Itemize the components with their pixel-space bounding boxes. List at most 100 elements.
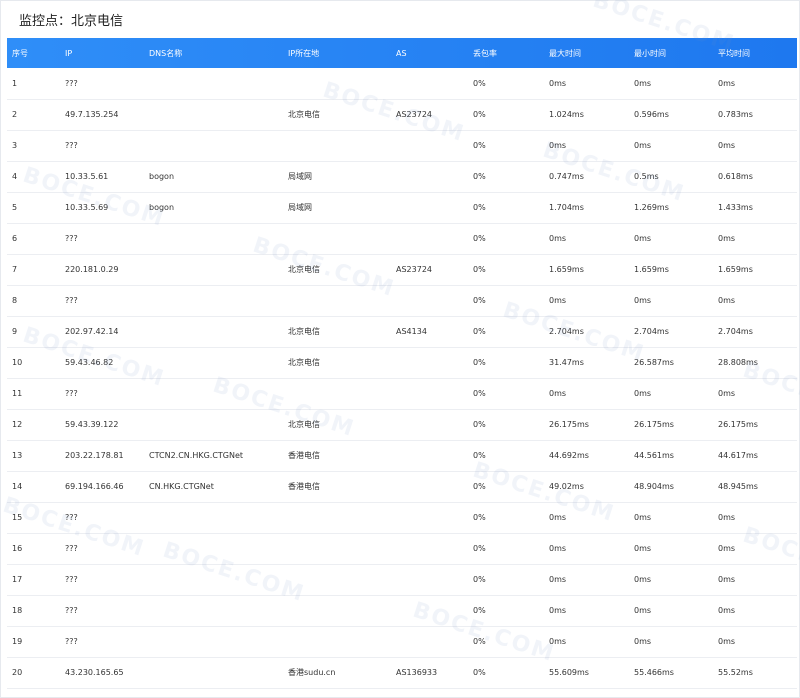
column-header-seq: 序号 xyxy=(12,48,28,58)
cell-as xyxy=(391,471,468,502)
cell-seq: 6 xyxy=(12,234,18,243)
cell-as xyxy=(391,68,468,99)
cell-seq: 7 xyxy=(12,265,18,274)
table-row: 6??? 0% 0ms 0ms 0ms xyxy=(7,223,797,254)
cell-loss: 0% xyxy=(473,78,486,88)
cell-location xyxy=(283,502,391,533)
column-header-avg: 平均时间 xyxy=(718,48,750,58)
cell-ip: ??? xyxy=(65,234,78,243)
cell-min: 0ms xyxy=(634,78,652,88)
cell-avg: 1.659ms xyxy=(718,265,753,274)
cell-loss: 0% xyxy=(473,296,486,305)
table-row: 16??? 0% 0ms 0ms 0ms xyxy=(7,533,797,564)
cell-as xyxy=(391,564,468,595)
cell-max: 1.704ms xyxy=(549,203,584,212)
cell-min: 2.704ms xyxy=(634,327,669,336)
cell-max: 44.692ms xyxy=(549,451,589,460)
cell-avg: 0ms xyxy=(718,234,736,243)
cell-avg: 0ms xyxy=(718,637,736,646)
cell-seq: 14 xyxy=(12,482,23,491)
cell-location: 北京电信 xyxy=(288,327,320,336)
cell-as xyxy=(391,285,468,316)
cell-max: 0ms xyxy=(549,575,567,584)
cell-dns xyxy=(144,502,283,533)
cell-loss: 0% xyxy=(473,203,486,212)
cell-location: 香港电信 xyxy=(288,482,320,491)
cell-min: 48.904ms xyxy=(634,482,674,491)
cell-max: 1.659ms xyxy=(549,265,584,274)
cell-ip: ??? xyxy=(65,141,78,150)
cell-seq: 4 xyxy=(12,172,18,181)
column-header-as: AS xyxy=(396,48,407,58)
cell-seq: 20 xyxy=(12,668,23,677)
table-row: 2 49.7.135.254 北京电信 AS23724 0% 1.024ms 0.596ms… xyxy=(7,99,797,130)
panel-title: 监控点：北京电信 xyxy=(19,14,124,29)
table-header-row: 序号 IP DNS名称 IP所在地 AS 丢包率 最大时间 最小时间 平均时间 xyxy=(7,38,797,68)
table-body: 1??? 0% 0ms 0ms 0ms 2 49.7.135.254 北京电信 AS23724 0… xyxy=(7,68,797,688)
cell-location xyxy=(283,130,391,161)
cell-location xyxy=(283,285,391,316)
cell-max: 31.47ms xyxy=(549,358,584,367)
cell-seq: 8 xyxy=(12,296,18,305)
table-row: 5 10.33.5.69 bogon 局域网 0% 1.704ms 1.269ms 1.433… xyxy=(7,192,797,223)
cell-as xyxy=(391,347,468,378)
cell-ip: 203.22.178.81 xyxy=(65,451,124,460)
cell-max: 2.704ms xyxy=(549,327,584,336)
cell-location: 北京电信 xyxy=(288,420,320,429)
cell-ip: ??? xyxy=(65,544,78,553)
cell-seq: 1 xyxy=(12,78,18,88)
cell-min: 0ms xyxy=(634,234,652,243)
table-row: 15??? 0% 0ms 0ms 0ms xyxy=(7,502,797,533)
cell-max: 49.02ms xyxy=(549,482,584,491)
cell-as xyxy=(391,130,468,161)
cell-avg: 0ms xyxy=(718,296,736,305)
cell-max: 55.609ms xyxy=(549,668,589,677)
cell-location xyxy=(283,223,391,254)
table-row: 9 202.97.42.14 北京电信 AS4134 0% 2.704ms 2.704ms 2… xyxy=(7,316,797,347)
cell-loss: 0% xyxy=(473,327,486,336)
cell-avg: 44.617ms xyxy=(718,451,758,460)
cell-loss: 0% xyxy=(473,451,486,460)
cell-as: AS136933 xyxy=(396,668,438,677)
column-header-dns: DNS名称 xyxy=(149,48,183,58)
cell-max: 0ms xyxy=(549,141,567,150)
cell-ip: 202.97.42.14 xyxy=(65,327,119,336)
cell-seq: 9 xyxy=(12,327,18,336)
cell-dns xyxy=(144,378,283,409)
cell-max: 0.747ms xyxy=(549,172,584,181)
cell-avg: 0.783ms xyxy=(718,110,753,119)
cell-max: 0ms xyxy=(549,296,567,305)
cell-seq: 18 xyxy=(12,606,23,615)
cell-avg: 0ms xyxy=(718,575,736,584)
table-row: 11??? 0% 0ms 0ms 0ms xyxy=(7,378,797,409)
cell-avg: 48.945ms xyxy=(718,482,758,491)
cell-location xyxy=(283,564,391,595)
cell-max: 0ms xyxy=(549,606,567,615)
cell-dns xyxy=(144,316,283,347)
table-row: 12 59.43.39.122 北京电信 0% 26.175ms 26.175ms 26.1… xyxy=(7,409,797,440)
cell-max: 1.024ms xyxy=(549,110,584,119)
column-header-location: IP所在地 xyxy=(288,48,320,58)
cell-dns xyxy=(144,254,283,285)
cell-max: 0ms xyxy=(549,637,567,646)
cell-ip: 69.194.166.46 xyxy=(65,482,124,491)
table-row: 1??? 0% 0ms 0ms 0ms xyxy=(7,68,797,99)
table-row: 8??? 0% 0ms 0ms 0ms xyxy=(7,285,797,316)
cell-ip: ??? xyxy=(65,606,78,615)
cell-avg: 0ms xyxy=(718,513,736,522)
cell-ip: 10.33.5.69 xyxy=(65,203,109,212)
cell-ip: ??? xyxy=(65,637,78,646)
cell-min: 1.659ms xyxy=(634,265,669,274)
cell-loss: 0% xyxy=(473,172,486,181)
cell-seq: 17 xyxy=(12,575,23,584)
cell-ip: ??? xyxy=(65,575,78,584)
cell-min: 0ms xyxy=(634,296,652,305)
table-row: 3??? 0% 0ms 0ms 0ms xyxy=(7,130,797,161)
cell-loss: 0% xyxy=(473,637,486,646)
cell-ip: 59.43.46.82 xyxy=(65,358,114,367)
cell-as xyxy=(391,378,468,409)
cell-as: AS23724 xyxy=(396,110,432,119)
cell-loss: 0% xyxy=(473,389,486,398)
cell-seq: 15 xyxy=(12,513,23,522)
cell-location xyxy=(283,626,391,657)
